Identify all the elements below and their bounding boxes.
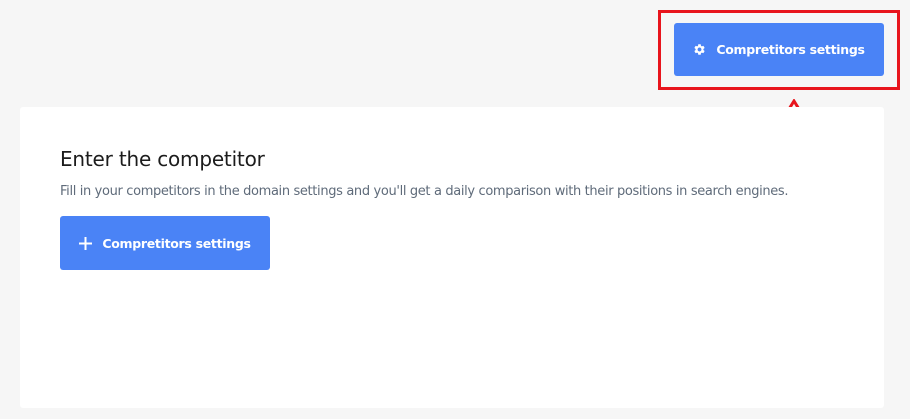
card-title: Enter the competitor <box>60 147 265 171</box>
competitors-settings-label: Compretitors settings <box>102 235 251 251</box>
highlight-box <box>658 10 900 90</box>
card-description: Fill in your competitors in the domain s… <box>60 184 789 199</box>
plus-icon <box>79 236 93 250</box>
competitor-card: Enter the competitor Fill in your compet… <box>20 107 884 408</box>
competitors-settings-button[interactable]: Compretitors settings <box>60 216 270 270</box>
